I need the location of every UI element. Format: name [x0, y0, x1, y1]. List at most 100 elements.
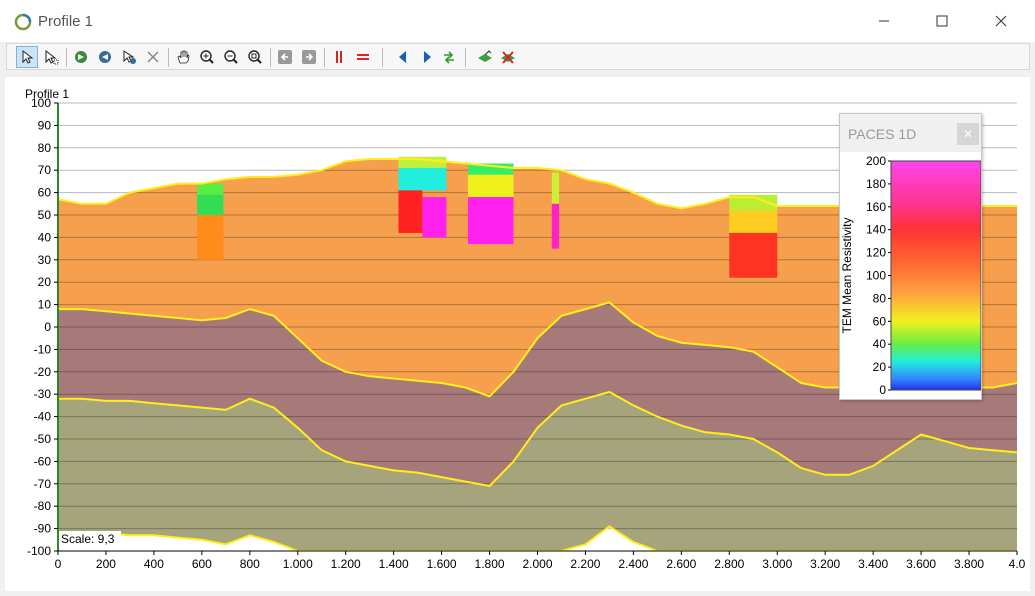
tem-column-segment[interactable] [467, 197, 514, 245]
vertical-lines-icon [336, 51, 342, 63]
tem-column-segment[interactable] [551, 172, 560, 204]
close-button[interactable] [987, 10, 1015, 32]
move-left-button[interactable] [392, 46, 414, 68]
delete-button[interactable] [142, 46, 164, 68]
rotate-right-button[interactable] [94, 46, 116, 68]
x-tick-label: 1.000 [283, 557, 313, 571]
x-tick-label: 3.000 [762, 557, 792, 571]
scale-label: Scale: 9,3 [61, 532, 115, 546]
next-view-button[interactable] [298, 46, 320, 68]
y-tick-label: 0 [44, 320, 51, 334]
close-icon [995, 15, 1007, 27]
zoom-extent-icon [248, 50, 262, 64]
rotate-left-button[interactable] [70, 46, 92, 68]
legend-panel[interactable]: PACES 1D ✕ 200 180 160 140 120 100 80 60 40 20 0 TE… [839, 113, 982, 400]
window-titlebar: Profile 1 [0, 0, 1035, 42]
x-tick-label: 2.000 [522, 557, 552, 571]
y-tick-label: -10 [34, 342, 52, 356]
x-tick-label: 1.200 [331, 557, 361, 571]
tem-column-segment[interactable] [197, 183, 224, 195]
select-multi-button[interactable] [40, 46, 62, 68]
tem-column-segment[interactable] [467, 174, 514, 198]
tem-column-segment[interactable] [197, 194, 224, 215]
colorbar-gradient [890, 160, 981, 391]
y-tick-label: -50 [34, 432, 52, 446]
x-tick-label: 2.800 [714, 557, 744, 571]
pointer-settings-icon [123, 50, 136, 64]
zoom-out-button[interactable] [220, 46, 242, 68]
x-tick-label: 1.800 [475, 557, 505, 571]
colorbar-tick-label: 0 [879, 383, 886, 397]
vertical-lines-button[interactable] [328, 46, 350, 68]
swap-direction-button[interactable] [438, 46, 460, 68]
y-tick-label: -70 [34, 477, 52, 491]
rotate-left-icon [75, 51, 87, 63]
toolbar [6, 43, 1030, 70]
x-tick-label: 2.200 [570, 557, 600, 571]
horizontal-lines-button[interactable] [352, 46, 374, 68]
x-tick-label: 2.400 [618, 557, 648, 571]
y-tick-label: 80 [38, 141, 52, 155]
maximize-button[interactable] [928, 10, 956, 32]
tem-column-segment[interactable] [398, 190, 423, 233]
legend-close-button[interactable]: ✕ [957, 123, 979, 145]
select-arrow-icon [22, 49, 34, 64]
maximize-icon [936, 15, 948, 27]
y-tick-label: -30 [34, 387, 52, 401]
y-tick-label: 30 [38, 253, 52, 267]
tem-column-segment[interactable] [398, 167, 447, 191]
remove-layer-button[interactable] [497, 46, 519, 68]
x-tick-label: 3.400 [858, 557, 888, 571]
window-title: Profile 1 [38, 13, 94, 30]
zoom-extent-button[interactable] [244, 46, 266, 68]
legend-title: PACES 1D [848, 126, 917, 142]
x-tick-label: 4.0 [1009, 557, 1026, 571]
colorbar-tick-label: 200 [866, 154, 886, 168]
x-tick-label: 3.600 [906, 557, 936, 571]
previous-view-button[interactable] [274, 46, 296, 68]
close-icon: ✕ [962, 127, 974, 141]
y-tick-label: 50 [38, 208, 52, 222]
layer-add-icon [478, 50, 492, 62]
x-tick-label: 3.200 [810, 557, 840, 571]
colorbar-tick-label: 60 [873, 314, 887, 328]
x-tick-label: 2.600 [666, 557, 696, 571]
colorbar-tick-label: 140 [866, 223, 886, 237]
x-tick-label: 3.800 [954, 557, 984, 571]
minimize-icon [879, 20, 889, 22]
profile-plot-area[interactable]: 100 90 80 70 60 50 40 30 20 10 0 -10 -20 -30 -40 -50 -60… [5, 77, 1030, 591]
colorbar-tick-label: 160 [866, 200, 886, 214]
rotate-right-icon [99, 51, 111, 63]
arrow-left-box-icon [278, 50, 292, 64]
swap-arrows-icon [444, 51, 454, 64]
colorbar-tick-label: 80 [873, 291, 887, 305]
x-tick-label: 1.600 [427, 557, 457, 571]
y-tick-label: -60 [34, 454, 52, 468]
move-right-button[interactable] [416, 46, 438, 68]
tem-column-segment[interactable] [551, 203, 560, 249]
select-multi-icon [45, 49, 59, 65]
tem-column-segment[interactable] [729, 210, 778, 233]
y-tick-label: 90 [38, 118, 52, 132]
zoom-out-icon [224, 50, 238, 64]
tem-column-segment[interactable] [422, 197, 447, 238]
arrow-right-box-icon [302, 50, 316, 64]
tem-column-segment[interactable] [729, 232, 778, 278]
triangle-left-icon [399, 51, 406, 63]
x-tick-label: 200 [96, 557, 116, 571]
minimize-button[interactable] [870, 10, 898, 32]
horizontal-lines-icon [357, 54, 369, 60]
add-layer-button[interactable] [474, 46, 496, 68]
x-tick-label: 0 [55, 557, 62, 571]
x-tick-label: 400 [144, 557, 164, 571]
y-tick-label: 10 [38, 298, 52, 312]
zoom-in-button[interactable] [196, 46, 218, 68]
legend-header[interactable]: PACES 1D ✕ [840, 114, 981, 152]
tem-column-segment[interactable] [197, 215, 224, 260]
y-tick-label: 60 [38, 186, 52, 200]
y-tick-label: -100 [27, 544, 51, 558]
triangle-right-icon [424, 51, 431, 63]
pan-button[interactable] [172, 46, 194, 68]
select-tool-button[interactable] [16, 46, 38, 68]
pointer-settings-button[interactable] [118, 46, 140, 68]
